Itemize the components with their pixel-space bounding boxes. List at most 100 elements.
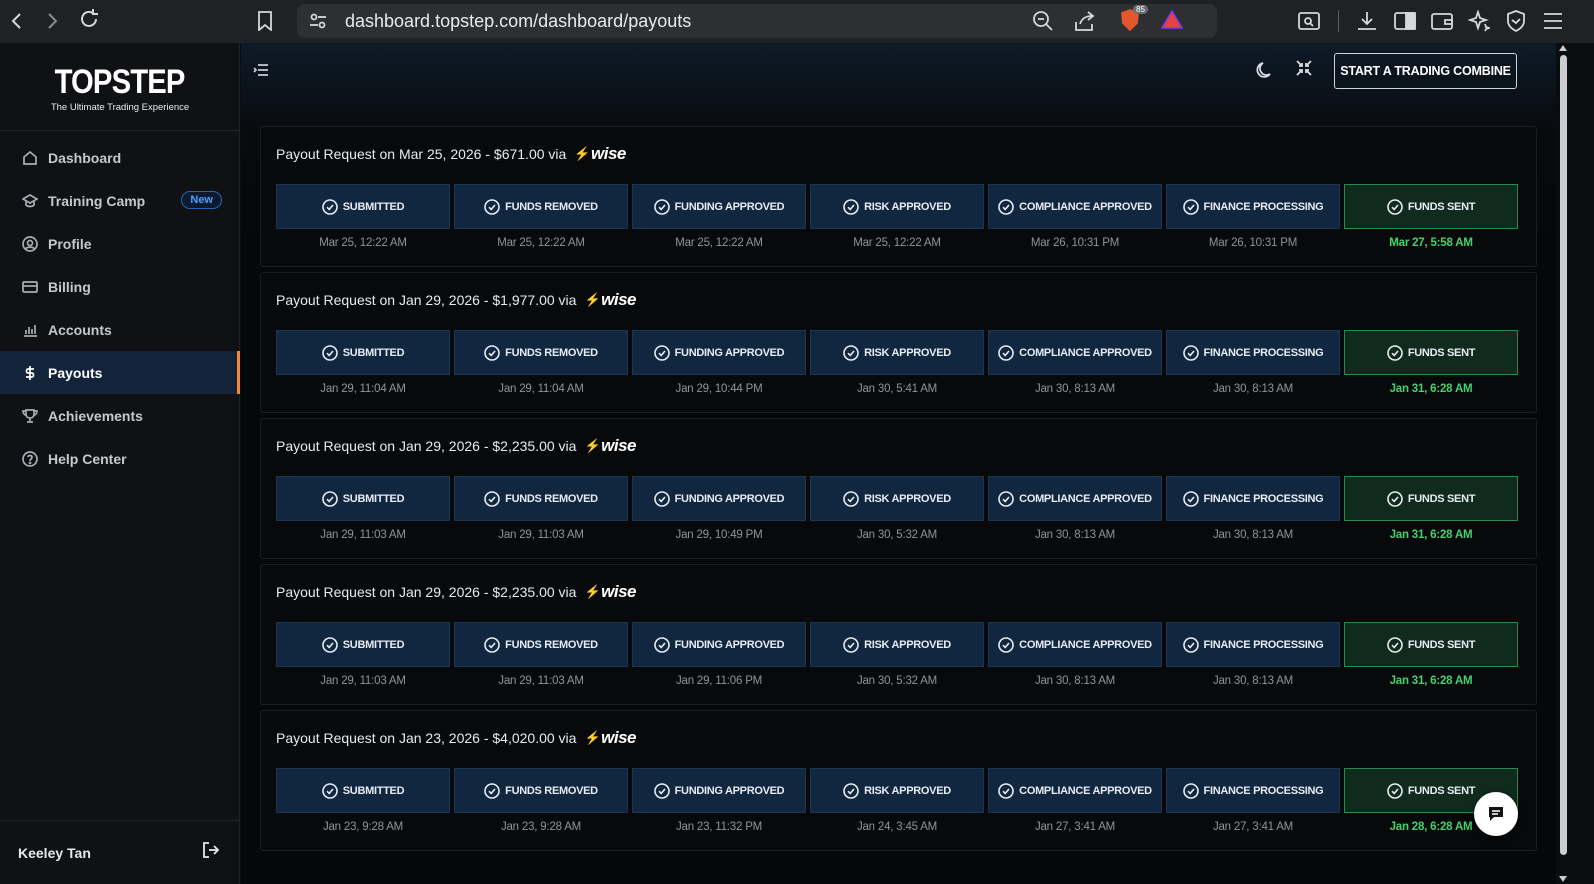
step-label: FUNDS SENT bbox=[1407, 784, 1476, 797]
bookmark-button[interactable] bbox=[252, 8, 278, 34]
step-label: FUNDING APPROVED bbox=[674, 346, 785, 359]
sidebar-item-label: Achievements bbox=[48, 407, 143, 424]
downloads-icon[interactable] bbox=[1354, 8, 1380, 34]
forward-button[interactable] bbox=[37, 6, 67, 36]
payout-title-text: Payout Request on Jan 29, 2026 - $2,235.… bbox=[276, 584, 577, 600]
payout-step: SUBMITTED Jan 29, 11:04 AM bbox=[276, 330, 450, 395]
back-button[interactable] bbox=[2, 6, 32, 36]
wise-flag-icon: ⚡ bbox=[584, 292, 601, 307]
sidebar-item-help-center[interactable]: Help Center bbox=[0, 437, 240, 480]
step-date: Jan 29, 11:06 PM bbox=[675, 675, 763, 687]
payout-step: FINANCE PROCESSING Mar 26, 10:31 PM bbox=[1166, 184, 1340, 249]
dollar-icon bbox=[25, 365, 35, 380]
step-status-box: FINANCE PROCESSING bbox=[1166, 476, 1340, 521]
scroll-up-arrow[interactable] bbox=[1559, 45, 1567, 51]
payout-step: COMPLIANCE APPROVED Jan 27, 3:41 AM bbox=[988, 768, 1162, 833]
collapse-sidebar-button[interactable] bbox=[253, 63, 269, 82]
check-circle-icon bbox=[653, 782, 670, 799]
check-circle-icon bbox=[321, 636, 338, 653]
step-label: RISK APPROVED bbox=[864, 346, 951, 359]
step-status-box: FUNDS REMOVED bbox=[454, 330, 628, 375]
leo-ai-icon[interactable] bbox=[1466, 8, 1492, 34]
step-label: FINANCE PROCESSING bbox=[1203, 346, 1324, 359]
shields-count-badge: 85 bbox=[1133, 5, 1148, 14]
scrollbar[interactable] bbox=[1556, 43, 1570, 884]
payout-step: SUBMITTED Mar 25, 12:22 AM bbox=[276, 184, 450, 249]
site-settings-icon[interactable] bbox=[305, 8, 331, 34]
sidebar-item-billing[interactable]: Billing bbox=[0, 265, 240, 308]
check-circle-icon bbox=[1387, 782, 1403, 799]
step-date: Jan 29, 11:03 AM bbox=[498, 529, 584, 541]
payout-step: COMPLIANCE APPROVED Jan 30, 8:13 AM bbox=[988, 622, 1162, 687]
check-circle-icon bbox=[843, 344, 859, 361]
step-status-box: SUBMITTED bbox=[276, 184, 450, 229]
step-status-box: FUNDS SENT bbox=[1344, 476, 1518, 521]
sidebar-item-training-camp[interactable]: Training Camp New bbox=[0, 179, 240, 222]
chat-icon bbox=[1489, 807, 1503, 821]
step-date: Jan 27, 3:41 AM bbox=[1212, 821, 1294, 833]
separator bbox=[1338, 10, 1339, 32]
step-status-box: FUNDING APPROVED bbox=[632, 184, 806, 229]
step-label: FUNDS REMOVED bbox=[505, 200, 598, 213]
step-label: FUNDING APPROVED bbox=[674, 492, 785, 505]
sidebar-item-label: Payouts bbox=[48, 364, 103, 381]
logout-button[interactable] bbox=[202, 841, 220, 862]
payout-step: FUNDS REMOVED Jan 29, 11:03 AM bbox=[454, 622, 628, 687]
menu-icon[interactable] bbox=[1540, 8, 1566, 34]
credit-card-icon bbox=[22, 280, 38, 293]
step-date: Mar 26, 10:31 PM bbox=[1208, 237, 1298, 249]
step-date: Jan 29, 10:49 PM bbox=[675, 529, 763, 541]
check-circle-icon bbox=[484, 490, 500, 507]
collapse-arrows-icon bbox=[1296, 60, 1312, 76]
wise-flag-icon: ⚡ bbox=[584, 584, 601, 599]
sidebar-item-profile[interactable]: Profile bbox=[0, 222, 240, 265]
vpn-shield-icon[interactable] bbox=[1503, 8, 1529, 34]
check-circle-icon bbox=[321, 198, 338, 215]
scroll-down-arrow[interactable] bbox=[1559, 876, 1567, 882]
wise-flag-icon: ⚡ bbox=[584, 438, 601, 453]
address-bar[interactable]: dashboard.topstep.com/dashboard/payouts … bbox=[297, 4, 1217, 38]
step-status-box: FUNDS SENT bbox=[1344, 330, 1518, 375]
zoom-icon[interactable] bbox=[1030, 8, 1056, 34]
payout-card: Payout Request on Jan 29, 2026 - $2,235.… bbox=[260, 564, 1537, 705]
chat-button[interactable] bbox=[1474, 792, 1518, 836]
wise-wordmark: wise bbox=[601, 290, 636, 309]
reader-mode-icon[interactable] bbox=[1296, 8, 1322, 34]
start-trading-combine-button[interactable]: START A TRADING COMBINE bbox=[1334, 53, 1517, 89]
sidebar-item-dashboard[interactable]: Dashboard bbox=[0, 136, 240, 179]
step-status-box: RISK APPROVED bbox=[810, 330, 984, 375]
home-icon bbox=[23, 150, 37, 165]
sidebar-item-achievements[interactable]: Achievements bbox=[0, 394, 240, 437]
share-icon[interactable] bbox=[1072, 8, 1098, 34]
check-circle-icon bbox=[843, 198, 859, 215]
theme-toggle-button[interactable] bbox=[1255, 60, 1275, 85]
step-status-box: COMPLIANCE APPROVED bbox=[988, 330, 1162, 375]
check-circle-icon bbox=[1182, 636, 1199, 653]
chevron-right-icon bbox=[48, 13, 58, 29]
divider bbox=[0, 130, 240, 131]
fullscreen-button[interactable] bbox=[1296, 60, 1312, 81]
scroll-thumb[interactable] bbox=[1560, 55, 1567, 855]
sidebar: TOPSTEP The Ultimate Trading Experience … bbox=[0, 43, 240, 884]
step-date: Mar 25, 12:22 AM bbox=[853, 237, 941, 249]
wallet-icon[interactable] bbox=[1429, 8, 1455, 34]
topstep-logo[interactable]: TOPSTEP The Ultimate Trading Experience bbox=[0, 63, 240, 113]
payout-step: SUBMITTED Jan 29, 11:03 AM bbox=[276, 476, 450, 541]
payout-step: FINANCE PROCESSING Jan 30, 8:13 AM bbox=[1166, 330, 1340, 395]
step-label: FUNDS SENT bbox=[1407, 200, 1476, 213]
step-label: FUNDS REMOVED bbox=[505, 638, 598, 651]
step-date: Mar 27, 5:58 AM bbox=[1389, 237, 1473, 249]
payout-step: FUNDS REMOVED Mar 25, 12:22 AM bbox=[454, 184, 628, 249]
brave-rewards-icon[interactable] bbox=[1159, 7, 1185, 33]
step-date: Mar 25, 12:22 AM bbox=[497, 237, 585, 249]
reload-button[interactable] bbox=[74, 4, 104, 34]
payout-steps: SUBMITTED Mar 25, 12:22 AM FUNDS REMOVED Ma… bbox=[276, 184, 1522, 249]
step-status-box: RISK APPROVED bbox=[810, 184, 984, 229]
step-date: Jan 29, 11:03 AM bbox=[320, 675, 406, 687]
sidebar-toggle-icon[interactable] bbox=[1392, 8, 1418, 34]
payout-step: FUNDS SENT Jan 31, 6:28 AM bbox=[1344, 622, 1518, 687]
logo-tagline: The Ultimate Trading Experience bbox=[50, 102, 190, 113]
sidebar-item-accounts[interactable]: Accounts bbox=[0, 308, 240, 351]
sidebar-item-payouts[interactable]: Payouts bbox=[0, 351, 240, 394]
user-name: Keeley Tan bbox=[18, 844, 91, 861]
